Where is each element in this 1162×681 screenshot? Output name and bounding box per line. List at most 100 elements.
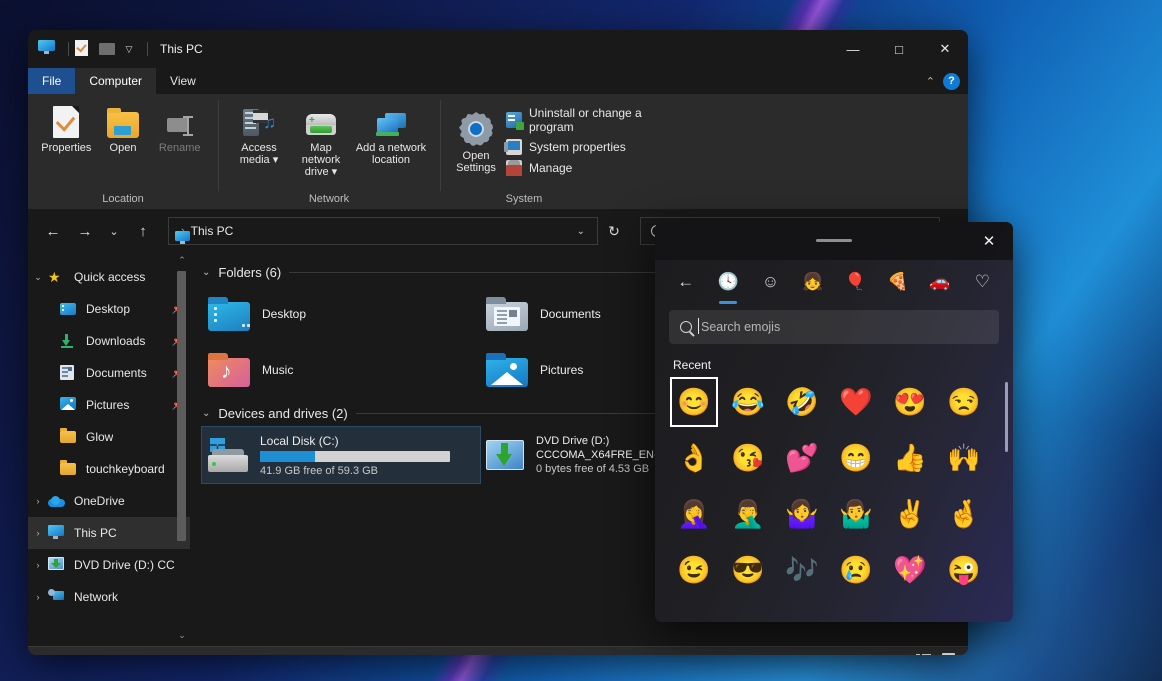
new-folder-icon[interactable] — [99, 40, 117, 58]
maximize-button[interactable]: □ — [876, 30, 922, 68]
people-icon[interactable]: 👧 — [796, 265, 829, 299]
recent-locations-button[interactable]: ⌄ — [102, 216, 126, 246]
ribbon-group-location: Properties Open Rename Location — [28, 94, 218, 209]
emoji-scrollbar-thumb[interactable] — [1005, 382, 1008, 452]
celebration-balloon-icon[interactable]: 🎈 — [839, 265, 872, 299]
chevron-down-icon[interactable]: ⌄ — [202, 267, 210, 278]
chevron-right-icon[interactable]: › — [28, 560, 48, 570]
open-settings-button[interactable]: Open Settings — [450, 108, 502, 178]
scroll-down-icon[interactable]: ⌄ — [176, 630, 188, 644]
scroll-up-icon[interactable]: ⌃ — [176, 255, 188, 269]
back-arrow-icon[interactable]: ← — [669, 265, 702, 299]
sidebar-item-onedrive[interactable]: › OneDrive — [28, 485, 190, 517]
sidebar-item-this-pc[interactable]: › This PC — [28, 517, 190, 549]
emoji-man-shrugging[interactable]: 🤷‍♂️ — [829, 486, 883, 542]
emoji-woman-shrugging[interactable]: 🤷‍♀️ — [775, 486, 829, 542]
drag-handle[interactable] — [816, 239, 852, 242]
sidebar-item-dvd-drive-d-cc[interactable]: › DVD Drive (D:) CC — [28, 549, 190, 581]
sidebar-item-network[interactable]: › Network — [28, 581, 190, 613]
ribbon-item-label: System properties — [528, 140, 626, 154]
emoji-woman-facepalming[interactable]: 🤦‍♀️ — [667, 486, 721, 542]
emoji-thumbs-up[interactable]: 👍 — [883, 430, 937, 486]
emoji-rolling-on-the-floor-laughing[interactable]: 🤣 — [775, 374, 829, 430]
manage-button[interactable]: Manage — [505, 160, 658, 176]
chevron-down-icon[interactable]: ⌄ — [28, 272, 48, 283]
divider — [68, 42, 69, 56]
symbols-heart-icon[interactable]: ♡ — [966, 265, 999, 299]
emoji-man-facepalming[interactable]: 🤦‍♂️ — [721, 486, 775, 542]
access-media-button[interactable]: ♫ Access media ▾ — [228, 100, 290, 193]
sidebar-item-desktop[interactable]: Desktop📌 — [28, 293, 190, 325]
add-network-location-button[interactable]: Add a network location — [352, 100, 430, 193]
breadcrumb[interactable]: › This PC — [175, 224, 233, 244]
emoji-two-hearts[interactable]: 💕 — [775, 430, 829, 486]
address-bar[interactable]: › This PC ⌄ — [168, 217, 598, 245]
emoji-winking-face-with-tongue[interactable]: 😜 — [937, 542, 991, 598]
emoji-crossed-fingers[interactable]: 🤞 — [937, 486, 991, 542]
properties-icon[interactable] — [75, 40, 93, 58]
chevron-right-icon[interactable]: › — [28, 592, 48, 602]
large-icons-view-icon[interactable] — [939, 652, 958, 655]
forward-button[interactable]: → — [70, 216, 100, 246]
chevron-right-icon[interactable]: › — [28, 496, 48, 506]
drive-item-local-disk-c[interactable]: Local Disk (C:) 41.9 GB free of 59.3 GB — [201, 426, 481, 484]
emoji-grid: 😊 😂 🤣 ❤️ 😍 😒 👌 😘 💕 😁 👍 🙌 🤦‍♀️ 🤦‍♂️ 🤷‍♀️ 🤷‍♂️ ✌️ 🤞 😉 😎 🎶 😢 💖 😜 — [655, 374, 1013, 598]
sidebar-item-glow[interactable]: Glow — [28, 421, 190, 453]
emoji-search-input[interactable]: Search emojis — [669, 310, 999, 344]
emoji-smiling-face-with-sunglasses[interactable]: 😎 — [721, 542, 775, 598]
sidebar-item-label: touchkeyboard — [86, 462, 165, 476]
nav-scrollbar[interactable]: ⌃ ⌄ — [176, 253, 188, 646]
sidebar-item-touchkeyboard[interactable]: touchkeyboard — [28, 453, 190, 485]
emoji-ok-hand[interactable]: 👌 — [667, 430, 721, 486]
emoji-victory-hand[interactable]: ✌️ — [883, 486, 937, 542]
properties-button[interactable]: Properties — [38, 100, 95, 193]
sidebar-item-quick-access[interactable]: ⌄ ★ Quick access — [28, 261, 190, 293]
refresh-button[interactable]: ↻ — [600, 217, 628, 245]
sidebar-item-label: Desktop — [86, 302, 131, 316]
emoji-face-with-tears-of-joy[interactable]: 😂 — [721, 374, 775, 430]
rename-button[interactable]: Rename — [151, 100, 208, 193]
tab-view[interactable]: View — [156, 68, 210, 94]
emoji-beaming-face-with-smiling-eyes[interactable]: 😁 — [829, 430, 883, 486]
map-network-drive-button[interactable]: + Map network drive ▾ — [290, 100, 352, 193]
emoji-smiling-face-blush[interactable]: 😊 — [667, 374, 721, 430]
sidebar-item-downloads[interactable]: Downloads📌 — [28, 325, 190, 357]
emoji-raising-hands[interactable]: 🙌 — [937, 430, 991, 486]
food-pizza-icon[interactable]: 🍕 — [881, 265, 914, 299]
up-button[interactable]: ↑ — [128, 216, 158, 246]
emoji-red-heart[interactable]: ❤️ — [829, 374, 883, 430]
travel-car-icon[interactable]: 🚗 — [923, 265, 956, 299]
downloads-icon — [60, 333, 78, 349]
chevron-right-icon[interactable]: › — [28, 528, 48, 538]
ribbon-group-system: Open Settings Uninstall or change a prog… — [440, 94, 668, 209]
folder-item-desktop[interactable]: Desktop — [202, 286, 480, 342]
details-view-icon[interactable] — [914, 652, 933, 655]
scrollbar-thumb[interactable] — [177, 271, 186, 541]
recent-clock-icon[interactable]: 🕓 — [711, 265, 744, 304]
emoji-face-blowing-a-kiss[interactable]: 😘 — [721, 430, 775, 486]
sidebar-item-pictures[interactable]: Pictures📌 — [28, 389, 190, 421]
open-button[interactable]: Open — [95, 100, 152, 193]
folder-item-music[interactable]: ♪ Music — [202, 342, 480, 398]
close-icon[interactable]: ✕ — [977, 230, 1001, 252]
uninstall-or-change-program-button[interactable]: Uninstall or change a program — [505, 106, 658, 134]
smileys-icon[interactable]: ☺ — [754, 265, 787, 299]
sidebar-item-documents[interactable]: Documents📌 — [28, 357, 190, 389]
back-button[interactable]: ← — [38, 216, 68, 246]
collapse-ribbon-icon[interactable]: ⌃ — [926, 75, 935, 88]
minimize-button[interactable]: — — [830, 30, 876, 68]
tab-file[interactable]: File — [28, 68, 76, 94]
emoji-sparkling-heart[interactable]: 💖 — [883, 542, 937, 598]
emoji-crying-face[interactable]: 😢 — [829, 542, 883, 598]
emoji-smiling-face-with-heart-eyes[interactable]: 😍 — [883, 374, 937, 430]
chevron-down-icon[interactable]: ⌄ — [202, 408, 210, 419]
emoji-musical-notes[interactable]: 🎶 — [775, 542, 829, 598]
tab-computer[interactable]: Computer — [75, 68, 157, 94]
customize-toolbar-dropdown-icon[interactable]: ▽ — [123, 40, 135, 58]
help-button[interactable]: ? — [943, 72, 960, 90]
emoji-unamused-face[interactable]: 😒 — [937, 374, 991, 430]
close-button[interactable]: ✕ — [922, 30, 968, 68]
emoji-winking-face[interactable]: 😉 — [667, 542, 721, 598]
system-properties-button[interactable]: System properties — [503, 139, 658, 155]
chevron-down-icon[interactable]: ⌄ — [571, 226, 591, 237]
